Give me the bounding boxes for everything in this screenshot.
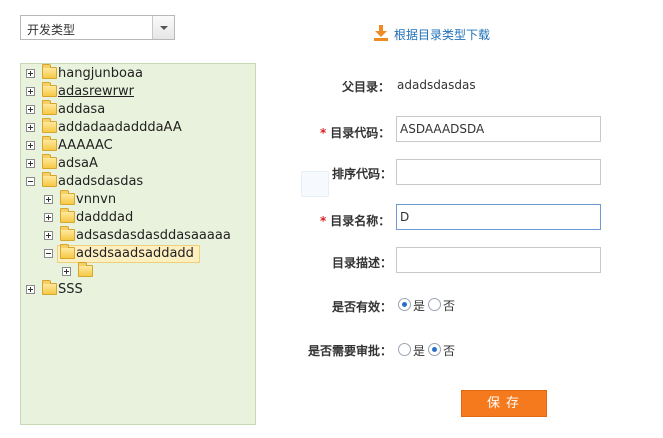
tree-node[interactable]: AAAAAC	[21, 136, 251, 155]
tree-node-label[interactable]: addasa	[58, 101, 105, 119]
parent-value: adadsdasdas	[397, 78, 476, 92]
valid-no-radio[interactable]	[428, 298, 441, 311]
tree-node[interactable]: adasrewrwr	[21, 82, 251, 101]
name-input[interactable]: D	[396, 204, 601, 230]
valid-no-label[interactable]: 否	[443, 297, 455, 314]
tree-node-label[interactable]: vnnvn	[76, 191, 116, 209]
tree-node-label[interactable]: adasrewrwr	[58, 83, 134, 101]
expand-icon[interactable]	[26, 159, 35, 168]
expand-icon[interactable]	[26, 87, 35, 96]
expand-icon[interactable]	[62, 267, 71, 276]
approve-yes-label[interactable]: 是	[413, 342, 425, 359]
save-button[interactable]: 保存	[461, 390, 547, 417]
folder-icon	[42, 118, 57, 133]
approve-no-radio[interactable]	[428, 343, 441, 356]
sort-input[interactable]	[396, 159, 601, 185]
tree-node[interactable]: hangjunboaa	[21, 64, 251, 83]
open-folder-icon	[42, 172, 57, 187]
tree-node-label[interactable]: SSS	[58, 281, 83, 299]
tree-node-label[interactable]: adsdsaadsaddadd	[76, 245, 194, 263]
folder-icon	[60, 190, 75, 205]
desc-input[interactable]	[396, 247, 601, 273]
download-link-label: 根据目录类型下载	[394, 28, 491, 42]
folder-icon	[60, 226, 75, 241]
expand-icon[interactable]	[44, 195, 53, 204]
folder-icon	[42, 154, 57, 169]
tree-node-label[interactable]: adadsdasdas	[58, 173, 143, 191]
tree-node-label[interactable]: hangjunboaa	[58, 65, 143, 83]
download-icon	[374, 25, 388, 41]
valid-yes-radio[interactable]	[398, 298, 411, 311]
tree-node[interactable]: SSS	[21, 280, 251, 299]
desc-label: 目录描述：	[332, 256, 393, 270]
folder-icon	[42, 280, 57, 295]
tree-node[interactable]	[21, 262, 251, 281]
page: { "type_select": { "value": "开发类型" }, "d…	[0, 0, 663, 438]
parent-label: 父目录：	[342, 80, 391, 94]
folder-icon	[60, 208, 75, 223]
tree-node-selected[interactable]: adsdsaadsaddadd	[21, 244, 251, 263]
tree-node[interactable]: vnnvn	[21, 190, 251, 209]
floating-helper-icon[interactable]	[301, 171, 329, 197]
tree-node[interactable]: adsaA	[21, 154, 251, 173]
approve-yes-radio[interactable]	[398, 343, 411, 356]
code-label: * 目录代码：	[320, 124, 390, 141]
tree-node[interactable]: addadaadadddaAA	[21, 118, 251, 137]
tree-node-label[interactable]: addadaadadddaAA	[58, 119, 182, 137]
folder-icon	[42, 100, 57, 115]
type-select-value: 开发类型	[27, 23, 76, 37]
tree-node-label[interactable]: dadddad	[76, 209, 133, 227]
tree-node[interactable]: addasa	[21, 100, 251, 119]
expand-icon[interactable]	[26, 105, 35, 114]
expand-icon[interactable]	[26, 123, 35, 132]
expand-icon[interactable]	[44, 231, 53, 240]
expand-icon[interactable]	[26, 69, 35, 78]
tree-node[interactable]: adadsdasdas	[21, 172, 251, 191]
required-mark: *	[320, 214, 327, 228]
collapse-icon[interactable]	[44, 249, 53, 258]
directory-tree: hangjunboaa adasrewrwr addasa addadaadad…	[20, 63, 256, 425]
expand-icon[interactable]	[26, 285, 35, 294]
folder-icon	[42, 82, 57, 97]
folder-icon	[42, 136, 57, 151]
name-label-text: 目录名称：	[330, 214, 391, 228]
approve-no-label[interactable]: 否	[443, 342, 455, 359]
sort-label: 排序代码：	[332, 167, 393, 181]
folder-icon	[42, 64, 57, 79]
type-select[interactable]: 开发类型	[20, 15, 175, 40]
valid-yes-label[interactable]: 是	[413, 297, 425, 314]
open-folder-icon	[60, 244, 75, 259]
required-mark: *	[320, 126, 327, 140]
approve-label: 是否需要审批：	[308, 344, 393, 358]
valid-label: 是否有效：	[332, 300, 393, 314]
tree-node[interactable]: adsasdasdasddasaaaaa	[21, 226, 251, 245]
chevron-down-icon[interactable]	[152, 16, 174, 39]
folder-icon	[78, 262, 93, 277]
code-label-text: 目录代码：	[330, 126, 391, 140]
name-label: * 目录名称：	[320, 212, 390, 229]
tree-node-label[interactable]: adsaA	[58, 155, 98, 173]
expand-icon[interactable]	[44, 213, 53, 222]
code-input[interactable]: ASDAAADSDA	[396, 116, 601, 142]
tree-node[interactable]: dadddad	[21, 208, 251, 227]
tree-node-label[interactable]: AAAAAC	[58, 137, 113, 155]
collapse-icon[interactable]	[26, 177, 35, 186]
tree-node-label[interactable]: adsasdasdasddasaaaaa	[76, 227, 231, 245]
expand-icon[interactable]	[26, 141, 35, 150]
